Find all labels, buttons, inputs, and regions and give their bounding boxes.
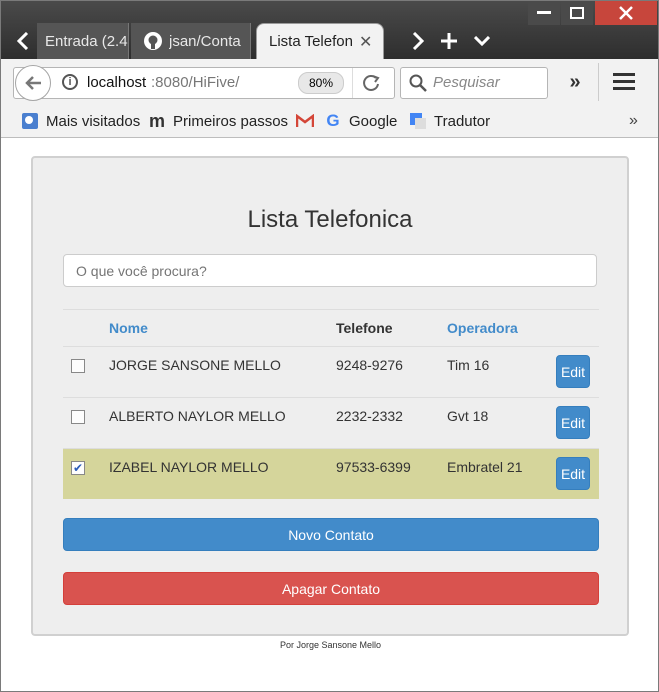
delete-contact-button[interactable]: Apagar Contato <box>63 572 599 605</box>
back-button[interactable] <box>15 65 51 101</box>
close-icon <box>619 6 633 20</box>
mozilla-m-icon: m <box>148 110 165 131</box>
menu-button[interactable] <box>613 72 635 92</box>
contact-phone: 97533-6399 <box>336 459 411 475</box>
plus-icon <box>441 33 457 49</box>
contact-phone: 9248-9276 <box>336 357 403 373</box>
table-top-divider <box>63 309 599 310</box>
contact-operator: Gvt 18 <box>447 408 489 424</box>
bookmark-label: Primeiros passos <box>173 112 289 130</box>
bookmark-label: Google <box>349 112 398 130</box>
close-window-button[interactable] <box>595 1 657 25</box>
double-chevron-icon: » <box>629 112 638 129</box>
bookmark-folder-icon <box>21 112 39 130</box>
table-row: JORGE SANSONE MELLO 9248-9276 Tim 16 Edi… <box>63 347 599 397</box>
chevron-down-icon <box>474 36 490 46</box>
gmail-icon <box>296 112 314 130</box>
bookmark-mais-visitados[interactable]: Mais visitados <box>21 105 140 137</box>
column-header-operadora[interactable]: Operadora <box>447 320 518 336</box>
search-placeholder: Pesquisar <box>433 74 500 91</box>
page-footer: Por Jorge Sansone Mello <box>279 640 382 650</box>
tab-label: Lista Telefon <box>269 33 353 50</box>
column-header-nome[interactable]: Nome <box>109 320 148 336</box>
google-icon: G <box>326 111 340 130</box>
tab-list-button[interactable] <box>469 27 495 55</box>
column-header-telefone: Telefone <box>336 320 393 336</box>
contact-list-panel: Lista Telefonica Nome Telefone Operadora… <box>31 156 629 636</box>
table-row-selected: ✔ IZABEL NAYLOR MELLO 97533-6399 Embrate… <box>63 449 599 499</box>
bookmarks-overflow-button[interactable]: » <box>629 105 638 137</box>
url-bar[interactable]: i localhost :8080/HiFive/ 80% <box>13 67 395 99</box>
toolbar-divider <box>598 63 599 101</box>
hamburger-icon <box>613 73 635 90</box>
tab-label: jsan/Conta <box>169 32 241 50</box>
bookmark-label: Mais visitados <box>46 112 141 130</box>
double-chevron-icon: » <box>569 70 581 93</box>
reload-icon[interactable] <box>362 74 380 92</box>
tab-scroll-left-button[interactable] <box>11 27 35 55</box>
browser-window: Entrada (2.4 jsan/Conta Lista Telefon ✕ … <box>0 0 659 692</box>
close-tab-icon[interactable]: ✕ <box>359 32 372 52</box>
overflow-menu-button[interactable]: » <box>563 71 587 93</box>
row-checkbox[interactable] <box>71 359 85 373</box>
chevron-right-icon <box>412 32 424 50</box>
url-host: localhost <box>87 74 147 91</box>
tab-scroll-right-button[interactable] <box>405 27 431 55</box>
search-icon <box>409 74 427 92</box>
table-row: ALBERTO NAYLOR MELLO 2232-2332 Gvt 18 Ed… <box>63 398 599 448</box>
back-arrow-icon <box>25 76 41 90</box>
search-bar[interactable]: Pesquisar <box>400 67 548 99</box>
bookmark-tradutor[interactable]: Tradutor <box>409 105 490 137</box>
tab-github[interactable]: jsan/Conta <box>131 23 251 59</box>
chevron-left-icon <box>17 32 29 50</box>
minimize-button[interactable] <box>528 1 560 25</box>
row-checkbox-checked[interactable]: ✔ <box>71 461 85 475</box>
contact-name: JORGE SANSONE MELLO <box>109 357 281 373</box>
search-input[interactable] <box>63 254 597 287</box>
info-icon[interactable]: i <box>62 74 78 90</box>
url-divider <box>352 68 353 98</box>
contact-phone: 2232-2332 <box>336 408 403 424</box>
bookmark-label: Tradutor <box>434 112 491 130</box>
new-contact-button[interactable]: Novo Contato <box>63 518 599 551</box>
url-path: :8080/HiFive/ <box>151 74 240 91</box>
tab-entrada[interactable]: Entrada (2.4 <box>37 23 129 59</box>
minimize-icon <box>537 11 551 14</box>
contact-name: IZABEL NAYLOR MELLO <box>109 459 269 475</box>
bookmark-google[interactable]: G Google <box>324 105 397 137</box>
new-tab-button[interactable] <box>435 27 463 55</box>
bookmark-gmail[interactable] <box>296 105 321 137</box>
contact-operator: Embratel 21 <box>447 459 523 475</box>
navigation-toolbar: i localhost :8080/HiFive/ 80% Pesquisar … <box>1 59 658 106</box>
row-checkbox[interactable] <box>71 410 85 424</box>
edit-button[interactable]: Edit <box>556 457 590 490</box>
translate-icon <box>409 112 427 130</box>
tab-label: Entrada (2.4 <box>45 32 128 50</box>
maximize-button[interactable] <box>561 1 593 25</box>
bookmark-primeiros-passos[interactable]: m Primeiros passos <box>148 105 288 137</box>
tab-lista-telefonica[interactable]: Lista Telefon ✕ <box>256 23 384 59</box>
maximize-icon <box>570 7 584 19</box>
bookmarks-toolbar: Mais visitados m Primeiros passos G Goog… <box>1 105 658 138</box>
edit-button[interactable]: Edit <box>556 355 590 388</box>
contact-operator: Tim 16 <box>447 357 490 373</box>
contact-name: ALBERTO NAYLOR MELLO <box>109 408 286 424</box>
github-icon <box>144 32 162 50</box>
page-title: Lista Telefonica <box>247 206 413 233</box>
edit-button[interactable]: Edit <box>556 406 590 439</box>
zoom-indicator[interactable]: 80% <box>298 72 344 94</box>
